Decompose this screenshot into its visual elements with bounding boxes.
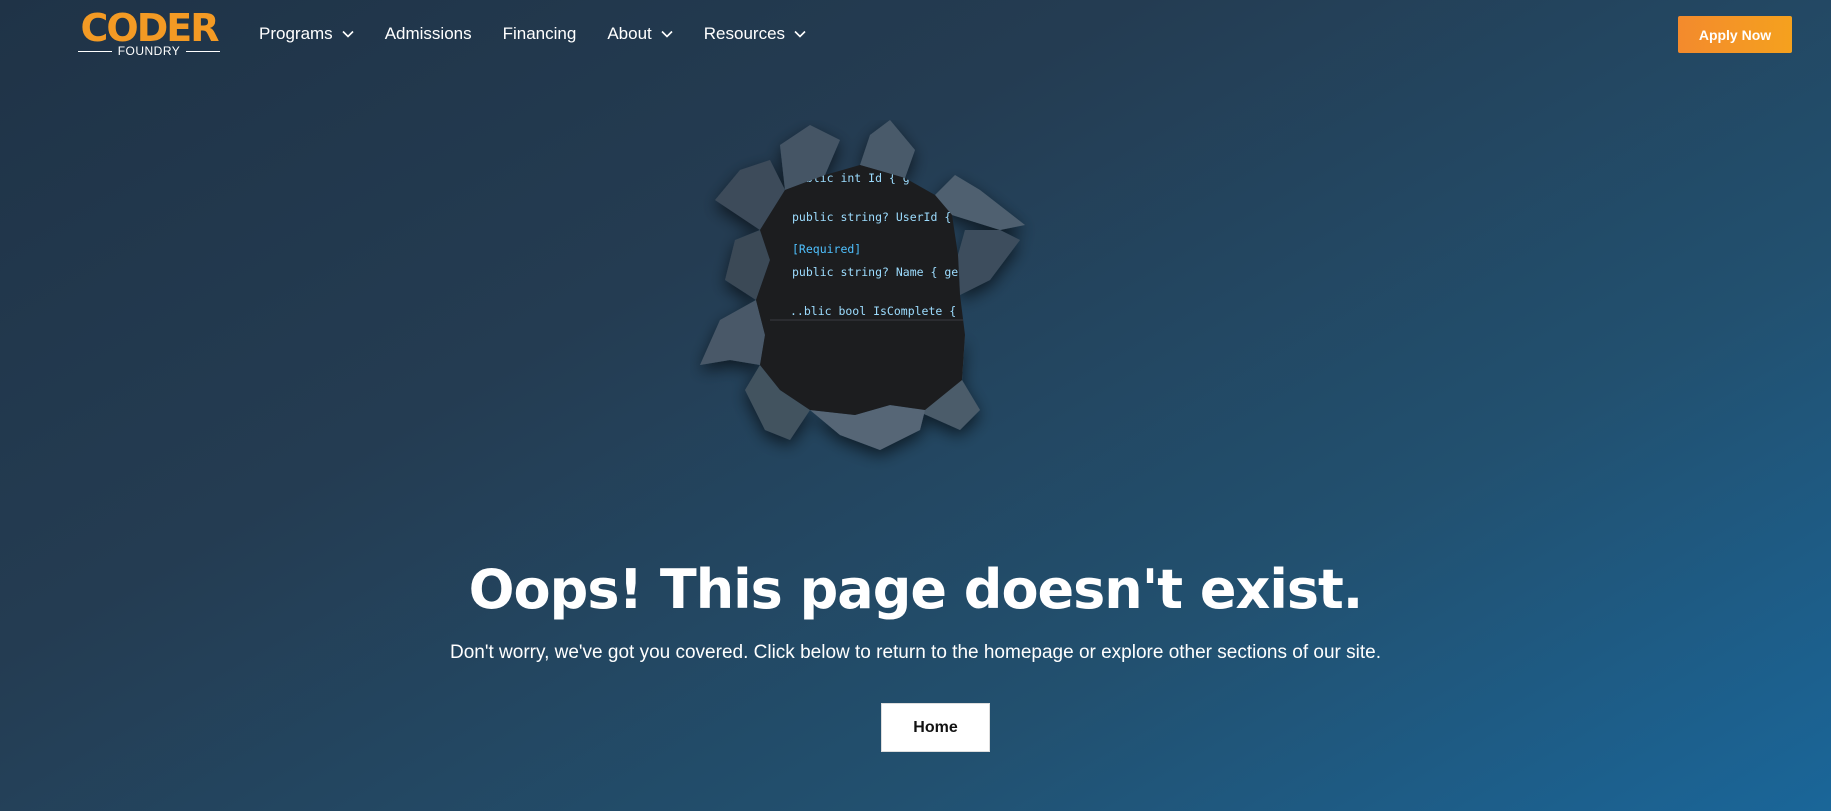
chevron-down-icon	[794, 30, 806, 38]
torn-paper-code-illustration: ..iWithAuth.Models..lic class TaskerItem…	[700, 120, 1025, 450]
nav-item-label: Financing	[502, 24, 577, 43]
nav-item-about[interactable]: About	[607, 24, 673, 44]
site-header: CODER FOUNDRY Programs Admissions Financ…	[0, 0, 1831, 70]
nav-item-label: Programs	[259, 24, 333, 43]
logo-subtext: FOUNDRY	[117, 44, 181, 58]
coder-foundry-logo[interactable]: CODER FOUNDRY	[78, 8, 220, 58]
nav-item-financing[interactable]: Financing	[503, 24, 577, 44]
code-line: [Required]	[792, 242, 861, 256]
main-nav: Programs Admissions Financing About Reso…	[259, 20, 837, 48]
chevron-down-icon	[661, 30, 673, 38]
nav-item-resources[interactable]: Resources	[704, 24, 806, 44]
nav-item-label: Resources	[703, 24, 786, 43]
logo-divider-left	[78, 50, 112, 52]
chevron-down-icon	[342, 30, 354, 38]
code-line: ..blic bool IsComplete { get	[790, 304, 984, 318]
nav-item-label: About	[607, 24, 652, 43]
logo-subline: FOUNDRY	[78, 43, 220, 59]
paper-flap	[700, 300, 765, 365]
paper-flap	[958, 230, 1020, 295]
page-subtext: Don't worry, we've got you covered. Clic…	[450, 642, 1381, 663]
logo-wordmark: CODER	[80, 6, 220, 50]
logo-divider-right	[186, 50, 220, 52]
page-title: Oops! This page doesn't exist.	[468, 558, 1364, 621]
nav-item-admissions[interactable]: Admissions	[385, 24, 472, 44]
nav-item-label: Admissions	[384, 24, 472, 43]
home-button[interactable]: Home	[881, 703, 990, 752]
apply-now-button[interactable]: Apply Now	[1678, 16, 1792, 53]
nav-item-programs[interactable]: Programs	[259, 24, 354, 44]
